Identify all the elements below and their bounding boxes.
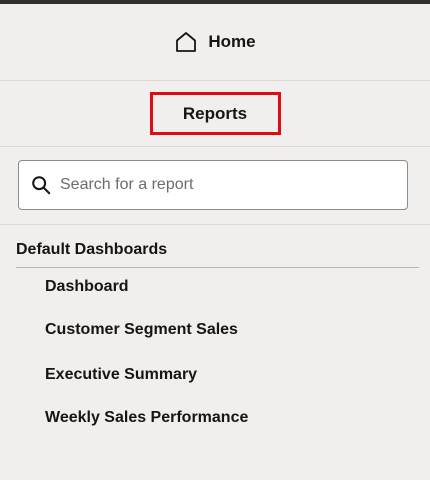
reports-row: Reports	[0, 81, 430, 147]
home-link[interactable]: Home	[174, 30, 256, 54]
search-input[interactable]	[60, 170, 380, 200]
home-icon	[174, 30, 198, 54]
home-row: Home	[0, 4, 430, 81]
search-box[interactable]	[18, 160, 408, 210]
search-icon	[32, 176, 51, 195]
section-header-default-dashboards: Default Dashboards	[16, 238, 419, 268]
home-label: Home	[208, 32, 256, 51]
reports-title-label: Reports	[182, 103, 248, 123]
report-item-executive-summary[interactable]: Executive Summary	[45, 366, 197, 384]
report-item-dashboard[interactable]: Dashboard	[45, 278, 129, 296]
report-item-customer-segment-sales[interactable]: Customer Segment Sales	[45, 321, 238, 339]
search-row	[0, 147, 430, 225]
reports-title: Reports	[149, 92, 281, 135]
report-item-weekly-sales-performance[interactable]: Weekly Sales Performance	[45, 409, 248, 427]
